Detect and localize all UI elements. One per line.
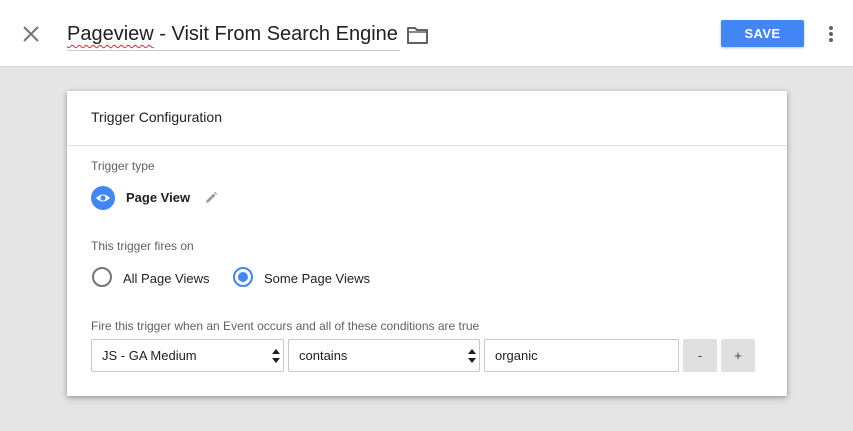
close-icon bbox=[23, 26, 39, 42]
add-condition-button[interactable]: + bbox=[721, 339, 755, 372]
eye-icon bbox=[96, 194, 110, 202]
trigger-name-field[interactable]: Pageview - Visit From Search Engine bbox=[67, 19, 400, 51]
select-arrows-icon bbox=[468, 349, 476, 363]
radio-all-page-views[interactable] bbox=[92, 267, 112, 287]
top-bar: Pageview - Visit From Search Engine SAVE bbox=[0, 0, 853, 67]
trigger-type-name: Page View bbox=[126, 190, 191, 205]
trigger-name-rest: - Visit From Search Engine bbox=[153, 23, 398, 45]
fires-on-label: This trigger fires on bbox=[91, 239, 194, 253]
radio-some-page-views-label[interactable]: Some Page Views bbox=[264, 271, 370, 286]
folder-icon bbox=[407, 27, 428, 44]
condition-value-input[interactable]: organic bbox=[484, 339, 679, 372]
variable-select[interactable]: JS - GA Medium bbox=[91, 339, 284, 372]
folder-button[interactable] bbox=[406, 24, 430, 46]
trigger-type-label: Trigger type bbox=[91, 159, 155, 173]
trigger-name: Pageview - Visit From Search Engine bbox=[67, 23, 398, 45]
card-title: Trigger Configuration bbox=[91, 109, 222, 125]
trigger-configuration-card: Trigger Configuration Trigger type Page … bbox=[67, 91, 787, 396]
radio-all-page-views-label[interactable]: All Page Views bbox=[123, 271, 209, 286]
pencil-icon bbox=[206, 191, 218, 203]
operator-select[interactable]: contains bbox=[288, 339, 480, 372]
trigger-name-misspelled-word: Pageview bbox=[67, 23, 154, 45]
more-vert-icon bbox=[829, 26, 833, 42]
remove-condition-button[interactable]: - bbox=[683, 339, 717, 372]
variable-select-value: JS - GA Medium bbox=[102, 348, 197, 363]
close-button[interactable] bbox=[19, 22, 43, 46]
save-button[interactable]: SAVE bbox=[721, 20, 804, 47]
select-arrows-icon bbox=[272, 349, 280, 363]
condition-label: Fire this trigger when an Event occurs a… bbox=[91, 319, 480, 333]
operator-select-value: contains bbox=[299, 348, 348, 363]
card-header: Trigger Configuration bbox=[67, 91, 787, 146]
page-view-type-icon bbox=[91, 186, 115, 210]
radio-some-page-views[interactable] bbox=[233, 267, 253, 287]
more-options-button[interactable] bbox=[822, 22, 840, 46]
edit-trigger-type-button[interactable] bbox=[204, 191, 218, 205]
